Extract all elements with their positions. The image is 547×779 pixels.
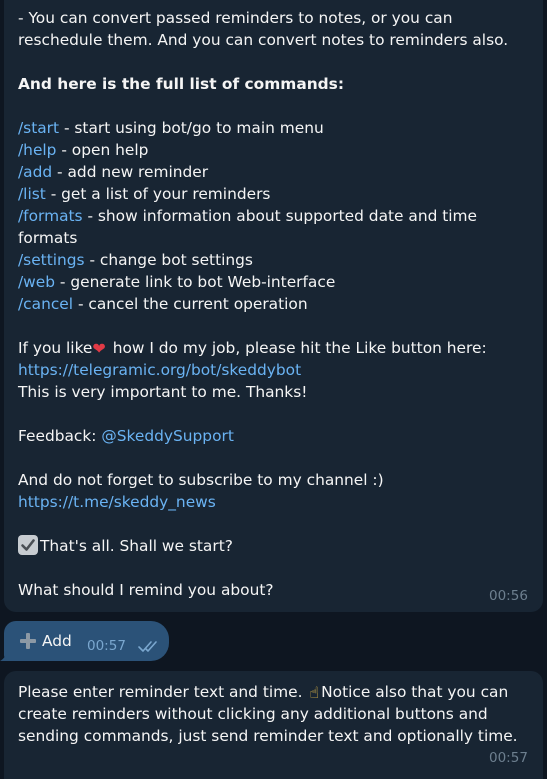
thats-all-text: That's all. Shall we start? — [40, 537, 233, 555]
command-description: - cancel the current operation — [73, 295, 308, 313]
message-text-line: reschedule them. And you can convert not… — [18, 31, 509, 49]
channel-link[interactable]: https://t.me/skeddy_news — [18, 491, 216, 513]
subscribe-text: And do not forget to subscribe to my cha… — [18, 471, 384, 489]
command-line-help: /help - open help — [18, 139, 148, 161]
plus-icon — [20, 633, 36, 649]
start-command-link[interactable]: /start — [18, 119, 59, 137]
like-line: If you like❤ how I do my job, please hit… — [18, 337, 487, 360]
support-mention-link[interactable]: @SkeddySupport — [101, 427, 233, 445]
commands-heading: And here is the full list of commands: — [18, 75, 344, 93]
message-time: 00:56 — [489, 588, 528, 604]
command-line-add: /add - add new reminder — [18, 161, 208, 183]
command-description-wrap: formats — [18, 229, 78, 247]
add-command-link[interactable]: /add — [18, 163, 52, 181]
outgoing-message-time: 00:57 — [87, 638, 126, 654]
telegramic-link[interactable]: https://telegramic.org/bot/skeddybot — [18, 359, 301, 381]
command-description: - open help — [56, 141, 149, 159]
pointing-finger-icon: ☝ — [309, 683, 320, 702]
command-description: - generate link to bot Web-interface — [55, 273, 336, 291]
command-line-web: /web - generate link to bot Web-interfac… — [18, 271, 335, 293]
message-text-line: create reminders without clicking any ad… — [18, 705, 488, 723]
command-description: - get a list of your reminders — [45, 185, 271, 203]
command-line-formats: /formats - show information about suppor… — [18, 205, 477, 227]
instruction-text-pre: Please enter reminder text and time. — [18, 683, 308, 701]
command-description: - show information about supported date … — [82, 207, 478, 225]
message-time: 00:57 — [489, 750, 528, 766]
settings-command-link[interactable]: /settings — [18, 251, 85, 269]
command-line-start: /start - start using bot/go to main menu — [18, 117, 324, 139]
like-text-pre: If you like — [18, 339, 93, 357]
double-check-icon — [138, 641, 157, 652]
reminder-instruction-line: Please enter reminder text and time. ☝ No… — [18, 681, 508, 704]
command-line-cancel: /cancel - cancel the current operation — [18, 293, 308, 315]
command-description: - change bot settings — [84, 251, 253, 269]
chat-area: - You can convert passed reminders to no… — [0, 0, 547, 779]
cancel-command-link[interactable]: /cancel — [18, 295, 73, 313]
instruction-text-post: Notice also that you can — [321, 683, 509, 701]
important-text: This is very important to me. Thanks! — [18, 383, 308, 401]
message-text-line: sending commands, just send reminder tex… — [18, 727, 518, 745]
remind-question: What should I remind you about? — [18, 581, 274, 599]
list-command-link[interactable]: /list — [18, 185, 46, 203]
heart-icon: ❤ — [92, 339, 106, 358]
command-description: - start using bot/go to main menu — [59, 119, 324, 137]
like-text-post: how I do my job, please hit the Like but… — [107, 339, 487, 357]
outgoing-message-text: Add — [42, 632, 72, 650]
command-description: - add new reminder — [52, 163, 209, 181]
feedback-line: Feedback: @SkeddySupport — [18, 425, 234, 447]
help-command-link[interactable]: /help — [18, 141, 56, 159]
command-line-settings: /settings - change bot settings — [18, 249, 253, 271]
command-line-list: /list - get a list of your reminders — [18, 183, 270, 205]
feedback-label: Feedback: — [18, 427, 102, 445]
formats-command-link[interactable]: /formats — [18, 207, 83, 225]
web-command-link[interactable]: /web — [18, 273, 55, 291]
message-text-line: - You can convert passed reminders to no… — [18, 9, 453, 27]
check-mark-icon — [18, 535, 38, 555]
thats-all-line: That's all. Shall we start? — [18, 535, 233, 557]
